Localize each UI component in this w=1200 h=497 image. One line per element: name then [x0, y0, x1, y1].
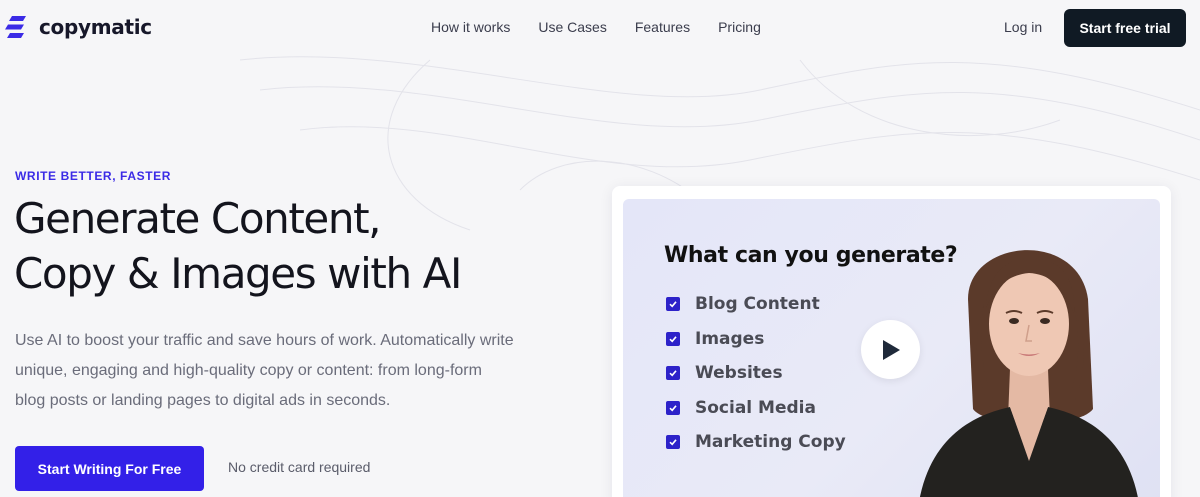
hero-description: Use AI to boost your traffic and save ho…	[15, 332, 514, 409]
hero-headline: Generate Content, Copy & Images with AI	[14, 191, 574, 301]
headline-line-1: Generate Content,	[14, 194, 382, 243]
brand-logo[interactable]: copymatic	[3, 12, 152, 42]
nav-links: How it works Use Cases Features Pricing	[431, 19, 761, 35]
list-item-label: Marketing Copy	[695, 432, 846, 453]
hero-eyebrow: WRITE BETTER, FASTER	[15, 169, 171, 183]
list-item: Images	[666, 322, 846, 357]
copymatic-logo-icon	[5, 16, 26, 38]
no-credit-card-note: No credit card required	[228, 459, 371, 475]
video-thumbnail[interactable]: What can you generate? Blog Content Imag…	[623, 199, 1160, 497]
checkbox-checked-icon	[666, 297, 680, 312]
list-item-label: Social Media	[695, 397, 816, 418]
nav-link-use-cases[interactable]: Use Cases	[538, 19, 606, 35]
list-item-label: Images	[695, 328, 765, 349]
headline-line-2: Copy & Images with AI	[14, 249, 462, 298]
top-navigation: copymatic How it works Use Cases Feature…	[0, 0, 1200, 54]
nav-link-how-it-works[interactable]: How it works	[431, 19, 510, 35]
presenter-image	[920, 250, 1138, 497]
list-item-label: Websites	[695, 363, 783, 384]
list-item: Websites	[666, 356, 846, 391]
list-item-label: Blog Content	[695, 294, 820, 315]
login-link[interactable]: Log in	[1004, 19, 1042, 35]
checkbox-checked-icon	[666, 366, 680, 381]
start-writing-button[interactable]: Start Writing For Free	[15, 446, 204, 491]
checkbox-checked-icon	[666, 435, 680, 450]
brand-name: copymatic	[39, 15, 152, 39]
list-item: Social Media	[666, 391, 846, 426]
nav-link-features[interactable]: Features	[635, 19, 690, 35]
nav-link-pricing[interactable]: Pricing	[718, 19, 761, 35]
generate-list: Blog Content Images Websites Social Medi…	[666, 287, 846, 460]
start-free-trial-button[interactable]: Start free trial	[1064, 9, 1186, 47]
list-item: Blog Content	[666, 287, 846, 322]
checkbox-checked-icon	[666, 331, 680, 346]
checkbox-checked-icon	[666, 400, 680, 415]
list-item: Marketing Copy	[666, 425, 846, 460]
